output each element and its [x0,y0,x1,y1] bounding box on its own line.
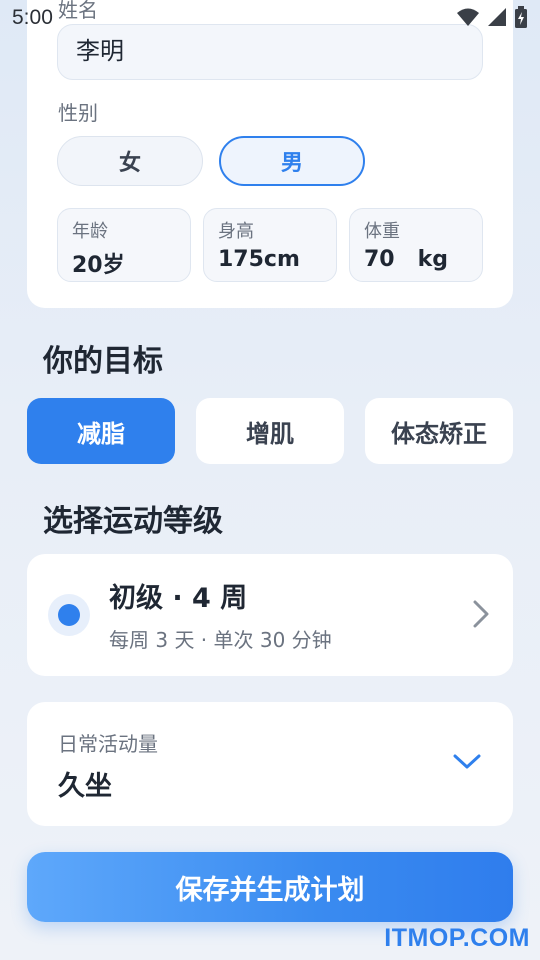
wifi-icon [457,8,479,26]
goal-muscle-gain-button[interactable]: 增肌 [196,398,344,464]
activity-label: 日常活动量 [58,732,158,756]
gender-label: 性别 [58,101,98,125]
level-selected-subtitle: 每周 3 天 · 单次 30 分钟 [109,628,332,652]
level-radio[interactable] [48,594,90,636]
height-field[interactable]: 身高 175cm [203,208,337,282]
chevron-right-icon [473,600,489,628]
goal-fat-loss-button[interactable]: 减脂 [27,398,175,464]
chevron-down-icon[interactable] [453,754,481,770]
weight-label: 体重 [364,221,400,242]
height-label: 身高 [218,221,254,242]
level-title: 选择运动等级 [43,504,223,539]
age-value: 20岁 [72,253,125,278]
signal-icon [488,8,506,26]
status-bar: 5:00 [0,0,540,36]
level-selected-title: 初级 · 4 周 [109,583,248,614]
save-generate-plan-button[interactable]: 保存并生成计划 [27,852,513,922]
level-card[interactable]: 初级 · 4 周 每周 3 天 · 单次 30 分钟 [27,554,513,676]
status-icons [456,6,528,28]
watermark: ITMOP.COM [384,924,530,952]
level-radio-dot [58,604,80,626]
goal-title: 你的目标 [43,344,163,379]
weight-field[interactable]: 体重 70 kg [349,208,483,282]
battery-icon [515,6,527,28]
age-label: 年龄 [72,221,108,242]
activity-card[interactable]: 日常活动量 久坐 [27,702,513,826]
weight-value: 70 kg [364,247,448,272]
activity-value: 久坐 [58,771,112,802]
gender-male-button[interactable]: 男 [219,136,365,186]
goal-posture-button[interactable]: 体态矫正 [365,398,513,464]
status-time: 5:00 [12,6,53,29]
age-field[interactable]: 年龄 20岁 [57,208,191,282]
gender-female-button[interactable]: 女 [57,136,203,186]
height-value: 175cm [218,247,300,272]
